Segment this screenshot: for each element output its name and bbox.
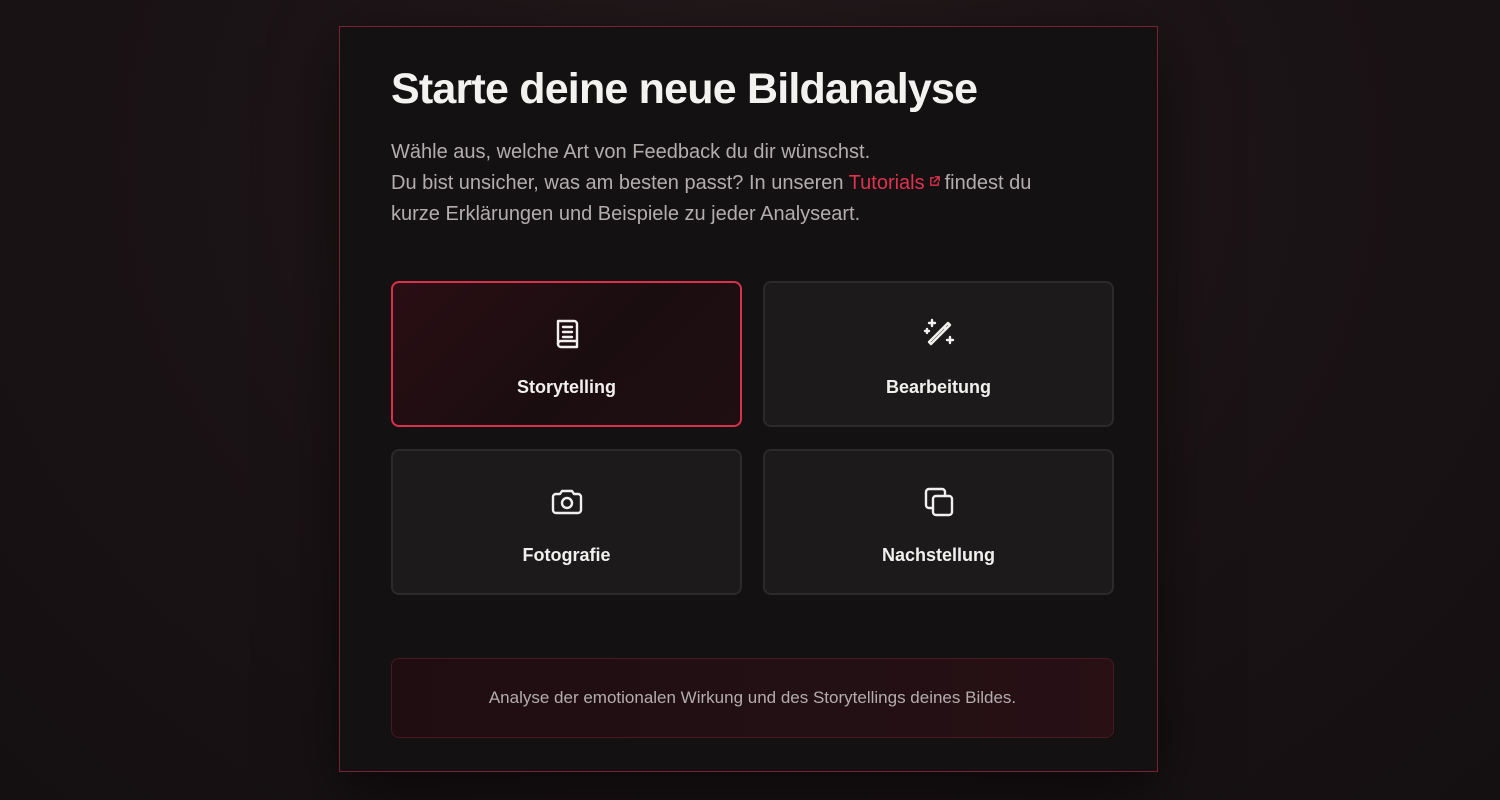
option-nachstellung[interactable]: Nachstellung xyxy=(763,449,1114,595)
option-fotografie[interactable]: Fotografie xyxy=(391,449,742,595)
option-storytelling[interactable]: Storytelling xyxy=(391,281,742,427)
description-line-2: Du bist unsicher, was am besten passt? I… xyxy=(391,168,1111,199)
description-line-2-start: Du bist unsicher, was am besten passt? I… xyxy=(391,172,849,194)
magic-wand-icon xyxy=(923,318,954,346)
analysis-description-box: Analyse der emotionalen Wirkung und des … xyxy=(391,658,1114,738)
option-label: Fotografie xyxy=(522,545,611,565)
tutorials-link-label: Tutorials xyxy=(848,172,925,194)
book-icon xyxy=(556,319,578,349)
page-title: Starte deine neue Bildanalyse xyxy=(391,65,978,113)
description: Wähle aus, welche Art von Feedback du di… xyxy=(391,137,1111,230)
tutorials-link[interactable]: Tutorials xyxy=(849,172,945,194)
description-line-2-end: findest du xyxy=(944,172,1032,194)
external-link-icon xyxy=(929,176,940,186)
analysis-dialog: Starte deine neue Bildanalyse Wähle aus,… xyxy=(339,26,1158,772)
description-line-1: Wähle aus, welche Art von Feedback du di… xyxy=(391,141,871,163)
copy-icon xyxy=(924,487,953,517)
camera-icon xyxy=(551,489,582,515)
option-bearbeitung[interactable]: Bearbeitung xyxy=(763,281,1114,427)
option-label: Storytelling xyxy=(516,377,616,397)
option-label: Nachstellung xyxy=(881,545,996,565)
analysis-description-text: Analyse der emotionalen Wirkung und des … xyxy=(488,688,1017,707)
description-line-3: kurze Erklärungen und Beispiele zu jeder… xyxy=(391,203,861,225)
option-label: Bearbeitung xyxy=(885,377,991,397)
